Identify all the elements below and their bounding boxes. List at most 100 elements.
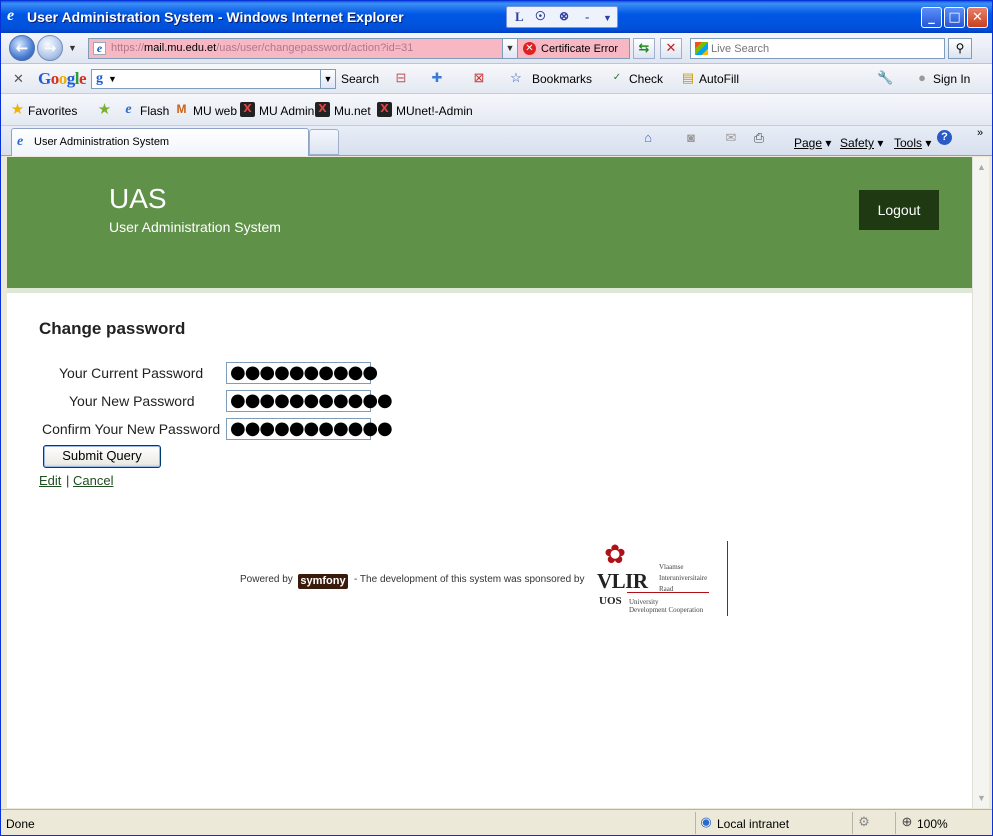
page-viewport: UAS User Administration System Logout Ch… [7, 157, 972, 808]
news-icon[interactable]: ⊟ [393, 70, 409, 86]
close-button[interactable]: ✕ [967, 7, 988, 28]
site-subtitle: User Administration System [109, 219, 281, 235]
minimize-button[interactable]: _ [921, 7, 942, 28]
favorite-item[interactable]: MU Admin [259, 104, 314, 118]
popup-blocker-icon[interactable]: ⊠ [471, 70, 487, 86]
scroll-up-icon[interactable]: ▲ [974, 159, 989, 175]
add-favorite-icon[interactable]: ★ [97, 102, 112, 117]
check-button[interactable]: Check [629, 72, 663, 86]
page-icon: e [93, 42, 106, 55]
ie-page-icon: e [17, 134, 24, 149]
view-icon[interactable]: ⊗ [559, 9, 569, 24]
print-icon[interactable]: ⎙ [751, 130, 767, 146]
safety-menu[interactable]: Safety ▾ [840, 136, 883, 150]
google-g-icon: g [96, 71, 103, 86]
confirm-password-field[interactable]: ●●●●●●●●●●● [226, 418, 393, 440]
protected-mode-icon[interactable]: ⚙ [856, 814, 872, 830]
back-button[interactable]: ← [9, 35, 35, 61]
stop-button[interactable]: ✕ [660, 38, 682, 59]
tab-bar: e User Administration System ⌂ ◙ ✉ ⎙ Pag… [1, 126, 992, 156]
powered-by-text: Powered by [240, 574, 293, 585]
google-toolbar: ✕ Google g ▼ ▼ Search ⊟ ✚ ⊠ ☆ Bookmarks … [1, 64, 992, 94]
submit-button[interactable]: Submit Query [43, 445, 161, 468]
joomla-icon: X [377, 102, 392, 117]
live-search-input[interactable] [711, 41, 936, 56]
home-icon[interactable]: ⌂ [640, 130, 656, 146]
bookmarks-menu[interactable]: Bookmarks [532, 72, 592, 86]
scroll-down-icon[interactable]: ▼ [974, 790, 989, 806]
logo-divider [627, 592, 709, 593]
vertical-scrollbar[interactable]: ▲ ▼ [972, 157, 989, 808]
recent-pages-dropdown-icon[interactable]: ▼ [68, 43, 77, 53]
header-divider [7, 288, 972, 293]
chevron-down-icon[interactable]: ▼ [108, 74, 117, 84]
address-dropdown-icon[interactable]: ▼ [502, 39, 517, 58]
refresh-button[interactable]: ⇆ [633, 38, 655, 59]
spellcheck-icon: ✓ [612, 72, 622, 83]
google-search-input[interactable]: g ▼ ▼ [91, 69, 336, 89]
mail-icon[interactable]: ✉ [723, 130, 739, 146]
ie-icon: e [7, 7, 15, 24]
google-search-button[interactable]: Search [341, 72, 379, 86]
vlir-line-2: Interuniversitaire [659, 574, 708, 582]
edit-link[interactable]: Edit [39, 473, 61, 488]
certificate-error[interactable]: ✕ Certificate Error [518, 38, 630, 59]
address-url[interactable]: https://mail.mu.edu.et/uas/user/changepa… [111, 42, 413, 54]
favorites-star-icon: ★ [10, 101, 25, 118]
current-password-label: Your Current Password [59, 365, 204, 381]
star-icon[interactable]: ☆ [508, 70, 524, 86]
vlir-logo[interactable]: ✿ VLIR Vlaamse Interuniversitaire Raad U… [597, 541, 732, 617]
favorite-item[interactable]: MUnet!-Admin [396, 104, 473, 118]
sponsor-text: - The development of this system was spo… [354, 574, 585, 585]
joomla-icon: X [240, 102, 255, 117]
favorite-item[interactable]: Flash [140, 104, 169, 118]
rss-feed-icon[interactable]: ◙ [683, 130, 699, 146]
favorites-bar: ★ Favorites ★ e Flash M MU web X MU Admi… [1, 94, 992, 126]
plus-icon[interactable]: ✚ [429, 70, 445, 86]
new-password-field[interactable]: ●●●●●●●●●●● [226, 390, 393, 412]
close-toolbar-icon[interactable]: ✕ [13, 71, 24, 87]
tools-menu[interactable]: Tools ▾ [894, 136, 931, 150]
cancel-link[interactable]: Cancel [73, 473, 113, 488]
symfony-logo[interactable]: symfony [298, 574, 348, 589]
user-circle-icon: ● [918, 70, 926, 85]
zoom-icon: ⊕ [901, 814, 913, 829]
new-password-label: Your New Password [69, 393, 195, 409]
favorite-item[interactable]: MU web [193, 104, 237, 118]
address-bar[interactable]: e https://mail.mu.edu.et/uas/user/change… [88, 38, 518, 59]
wrench-icon[interactable]: 🔧 [877, 70, 893, 86]
site-header: UAS User Administration System Logout [7, 157, 972, 293]
logout-button[interactable]: Logout [859, 190, 939, 230]
google-logo: Google [38, 69, 87, 88]
chevron-down-icon[interactable]: ▼ [603, 13, 612, 23]
link-separator: | [66, 473, 70, 488]
maximize-button[interactable]: □ [944, 7, 965, 28]
uos-line-2: Development Cooperation [629, 606, 704, 614]
autofill-button[interactable]: AutoFill [699, 72, 739, 86]
current-password-field[interactable]: ●●●●●●●●●● [226, 362, 378, 384]
help-icon[interactable]: ? [937, 130, 952, 145]
new-tab-button[interactable] [309, 129, 339, 155]
minimize-mini-icon[interactable]: - [585, 9, 589, 25]
l-icon[interactable]: L [515, 9, 524, 25]
security-zone[interactable]: Local intranet [717, 817, 789, 831]
status-text: Done [6, 817, 35, 831]
zoom-level[interactable]: 100% [917, 817, 948, 831]
search-icon[interactable]: ⚲ [948, 38, 972, 59]
google-search-dropdown-icon[interactable]: ▼ [320, 70, 335, 88]
vlir-wordmark: VLIR [597, 569, 648, 593]
live-search-box[interactable] [690, 38, 945, 59]
tab-user-administration[interactable]: e User Administration System [11, 128, 309, 156]
favorites-button[interactable]: Favorites [28, 104, 77, 118]
status-divider [852, 812, 853, 834]
uos-line-1: University [629, 598, 659, 606]
shield-error-icon: ✕ [523, 42, 536, 55]
chevron-more-icon[interactable]: » [977, 127, 983, 139]
favorite-item[interactable]: Mu.net [334, 104, 371, 118]
vlir-line-1: Vlaamse [659, 563, 684, 571]
tool-icon[interactable]: ☉ [535, 9, 546, 24]
ie-page-icon: e [125, 102, 132, 117]
sign-in-button[interactable]: Sign In [933, 72, 970, 86]
page-menu[interactable]: Page ▾ [794, 136, 831, 150]
forward-button[interactable]: → [37, 35, 63, 61]
